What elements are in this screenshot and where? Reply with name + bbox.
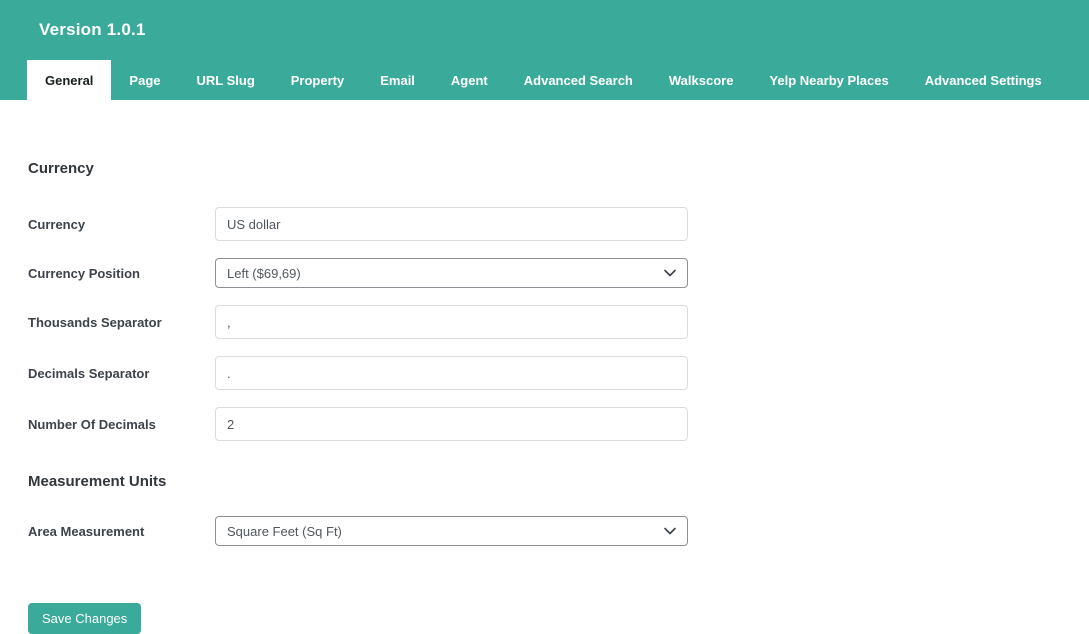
number-of-decimals-input[interactable] bbox=[215, 407, 688, 441]
tab-label: Email bbox=[380, 73, 415, 88]
tab-bar: General Page URL Slug Property Email Age… bbox=[0, 60, 1089, 100]
form-row-number-of-decimals: Number Of Decimals bbox=[28, 407, 1089, 441]
form-row-thousands-separator: Thousands Separator bbox=[28, 305, 1089, 339]
tab-label: General bbox=[45, 73, 93, 88]
tab-label: Advanced Search bbox=[524, 73, 633, 88]
tab-label: Page bbox=[129, 73, 160, 88]
settings-panel: Currency Currency Currency Position Left… bbox=[0, 100, 1089, 634]
header-title-bar: Version 1.0.1 bbox=[0, 0, 1089, 60]
thousands-separator-input[interactable] bbox=[215, 305, 688, 339]
section-heading-currency: Currency bbox=[28, 160, 1089, 177]
currency-field-wrap bbox=[215, 207, 688, 241]
number-of-decimals-field-wrap bbox=[215, 407, 688, 441]
tab-label: Property bbox=[291, 73, 344, 88]
tab-advanced-settings[interactable]: Advanced Settings bbox=[907, 60, 1060, 100]
tab-property[interactable]: Property bbox=[273, 60, 362, 100]
header: Version 1.0.1 General Page URL Slug Prop… bbox=[0, 0, 1089, 100]
thousands-separator-field-wrap bbox=[215, 305, 688, 339]
tab-walkscore[interactable]: Walkscore bbox=[651, 60, 752, 100]
area-measurement-select[interactable]: Square Feet (Sq Ft) bbox=[215, 516, 688, 546]
tab-url-slug[interactable]: URL Slug bbox=[179, 60, 273, 100]
tab-label: Advanced Settings bbox=[925, 73, 1042, 88]
decimals-separator-input[interactable] bbox=[215, 356, 688, 390]
save-changes-button[interactable]: Save Changes bbox=[28, 603, 141, 634]
version-title: Version 1.0.1 bbox=[39, 20, 146, 40]
currency-input[interactable] bbox=[215, 207, 688, 241]
thousands-separator-label: Thousands Separator bbox=[28, 315, 215, 330]
tab-agent[interactable]: Agent bbox=[433, 60, 506, 100]
tab-general[interactable]: General bbox=[27, 60, 111, 100]
currency-position-label: Currency Position bbox=[28, 266, 215, 281]
currency-position-select[interactable]: Left ($69,69) bbox=[215, 258, 688, 288]
form-row-currency: Currency bbox=[28, 207, 1089, 241]
area-measurement-field-wrap: Square Feet (Sq Ft) bbox=[215, 516, 688, 546]
number-of-decimals-label: Number Of Decimals bbox=[28, 417, 215, 432]
area-measurement-label: Area Measurement bbox=[28, 524, 215, 539]
currency-position-field-wrap: Left ($69,69) bbox=[215, 258, 688, 288]
tab-yelp-nearby-places[interactable]: Yelp Nearby Places bbox=[751, 60, 906, 100]
form-row-decimals-separator: Decimals Separator bbox=[28, 356, 1089, 390]
tab-advanced-search[interactable]: Advanced Search bbox=[506, 60, 651, 100]
tab-label: Agent bbox=[451, 73, 488, 88]
decimals-separator-label: Decimals Separator bbox=[28, 366, 215, 381]
decimals-separator-field-wrap bbox=[215, 356, 688, 390]
tab-label: Yelp Nearby Places bbox=[769, 73, 888, 88]
tab-page[interactable]: Page bbox=[111, 60, 178, 100]
form-row-area-measurement: Area Measurement Square Feet (Sq Ft) bbox=[28, 516, 1089, 546]
tab-label: URL Slug bbox=[197, 73, 255, 88]
tab-label: Walkscore bbox=[669, 73, 734, 88]
currency-label: Currency bbox=[28, 217, 215, 232]
form-row-currency-position: Currency Position Left ($69,69) bbox=[28, 258, 1089, 288]
tab-email[interactable]: Email bbox=[362, 60, 433, 100]
section-heading-measurement-units: Measurement Units bbox=[28, 473, 1089, 490]
